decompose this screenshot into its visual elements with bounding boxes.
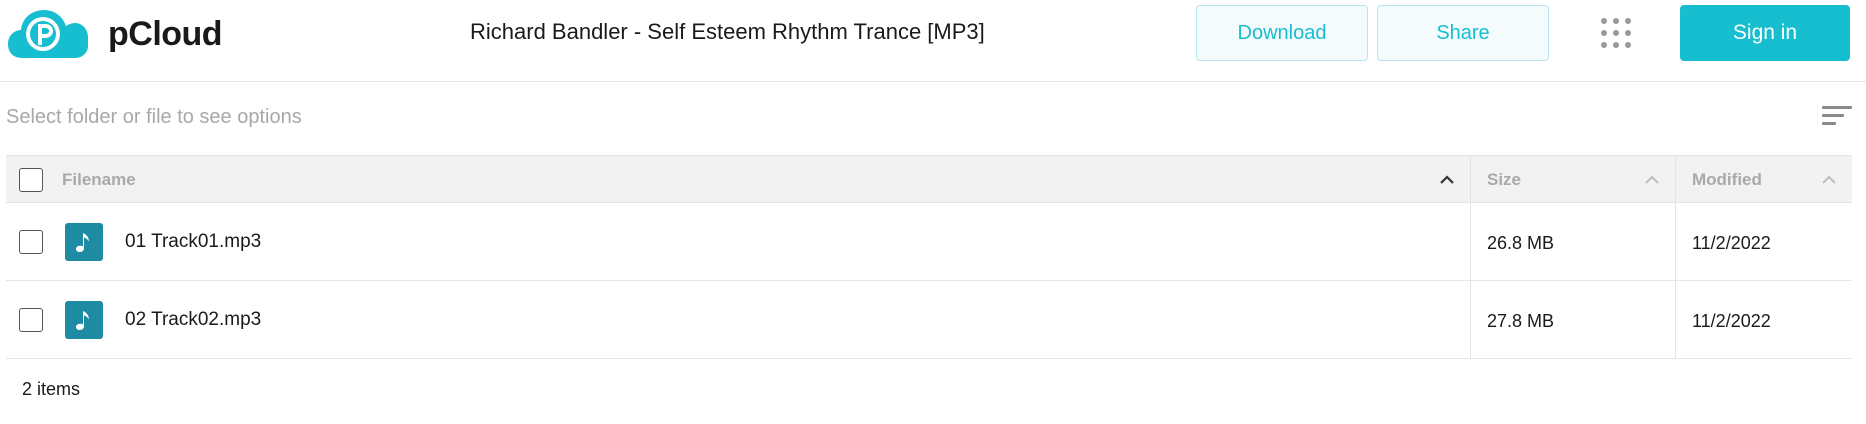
brand-name: pCloud bbox=[108, 14, 223, 53]
column-divider bbox=[1675, 203, 1676, 280]
pcloud-logo-icon bbox=[8, 10, 88, 58]
column-header-filename[interactable]: Filename bbox=[62, 170, 136, 190]
file-name[interactable]: 02 Track02.mp3 bbox=[125, 309, 261, 331]
sort-chevron-icon[interactable] bbox=[1820, 172, 1838, 186]
sign-in-button[interactable]: Sign in bbox=[1680, 5, 1850, 61]
column-header-modified[interactable]: Modified bbox=[1692, 170, 1762, 190]
file-size: 26.8 MB bbox=[1487, 233, 1555, 253]
table-row[interactable]: 01 Track01.mp3 26.8 MB 11/2/2022 bbox=[6, 203, 1852, 281]
brand-logo[interactable]: pCloud bbox=[8, 8, 223, 60]
page-title: Richard Bandler - Self Esteem Rhythm Tra… bbox=[470, 19, 985, 44]
sort-line bbox=[1822, 122, 1836, 125]
sort-icon[interactable] bbox=[1822, 106, 1852, 130]
row-checkbox[interactable] bbox=[19, 308, 43, 332]
page: pCloud Richard Bandler - Self Esteem Rhy… bbox=[0, 0, 1866, 424]
sort-line bbox=[1822, 114, 1844, 117]
grid-dot bbox=[1613, 18, 1619, 24]
download-button[interactable]: Download bbox=[1196, 5, 1368, 61]
column-divider bbox=[1470, 156, 1471, 202]
column-divider bbox=[1470, 203, 1471, 280]
grid-dot bbox=[1613, 30, 1619, 36]
file-modified-date: 11/2/2022 bbox=[1692, 233, 1771, 253]
grid-dot bbox=[1601, 30, 1607, 36]
table-row[interactable]: 02 Track02.mp3 27.8 MB 11/2/2022 bbox=[6, 281, 1852, 359]
apps-grid-icon[interactable] bbox=[1601, 18, 1631, 48]
grid-dot bbox=[1625, 18, 1631, 24]
column-header-size[interactable]: Size bbox=[1487, 170, 1521, 190]
table-header-row: Filename Size Modified bbox=[6, 155, 1852, 203]
file-table: Filename Size Modified 01 Track01.mp3 26… bbox=[6, 155, 1852, 359]
sort-asc-chevron-icon[interactable] bbox=[1438, 172, 1456, 186]
column-divider bbox=[1675, 156, 1676, 202]
sort-line bbox=[1822, 106, 1852, 109]
file-modified-date: 11/2/2022 bbox=[1692, 311, 1771, 331]
file-size: 27.8 MB bbox=[1487, 311, 1555, 331]
grid-dot bbox=[1601, 42, 1607, 48]
music-note-icon bbox=[65, 223, 103, 261]
grid-dot bbox=[1625, 42, 1631, 48]
select-all-checkbox[interactable] bbox=[19, 168, 43, 192]
grid-dot bbox=[1625, 30, 1631, 36]
grid-dot bbox=[1601, 18, 1607, 24]
column-divider bbox=[1470, 281, 1471, 358]
grid-dot bbox=[1613, 42, 1619, 48]
top-bar: pCloud Richard Bandler - Self Esteem Rhy… bbox=[0, 0, 1866, 82]
file-name[interactable]: 01 Track01.mp3 bbox=[125, 231, 261, 253]
row-checkbox[interactable] bbox=[19, 230, 43, 254]
share-button[interactable]: Share bbox=[1377, 5, 1549, 61]
item-count: 2 items bbox=[22, 379, 81, 399]
column-divider bbox=[1675, 281, 1676, 358]
sort-chevron-icon[interactable] bbox=[1643, 172, 1661, 186]
selection-hint: Select folder or file to see options bbox=[6, 106, 302, 128]
music-note-icon bbox=[65, 301, 103, 339]
